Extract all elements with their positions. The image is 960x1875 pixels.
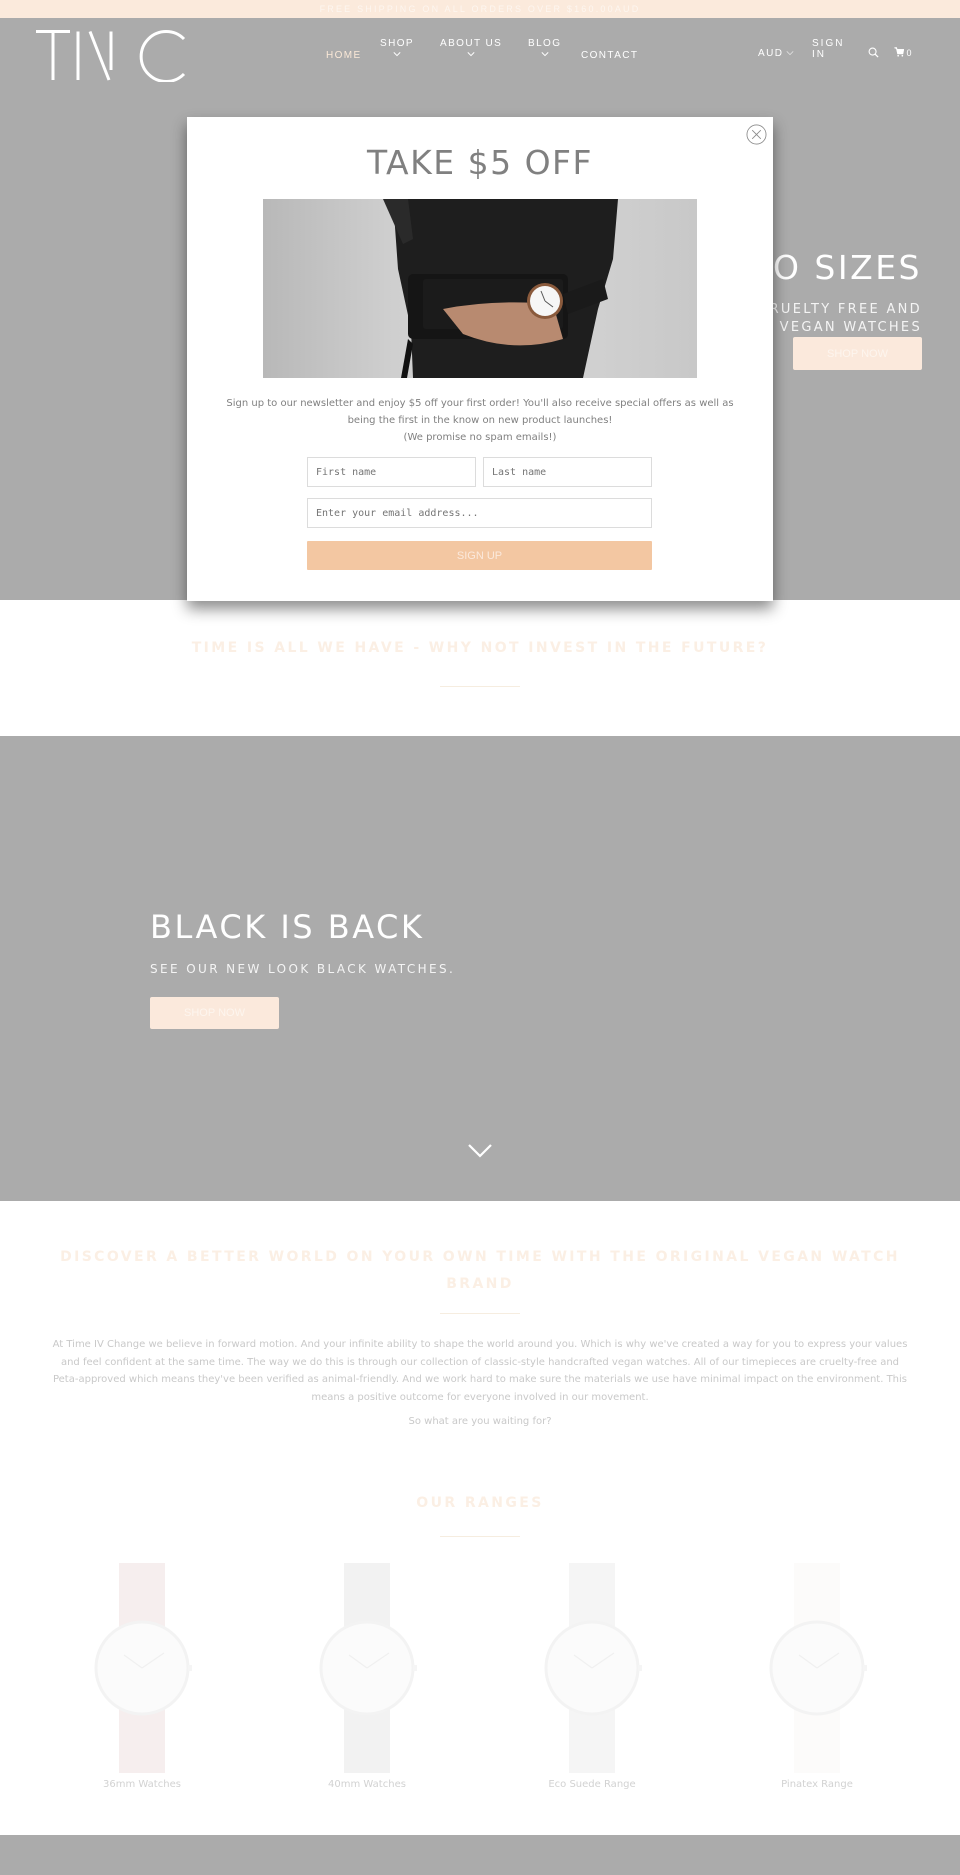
currency-label: AUD [758, 48, 784, 59]
range-card[interactable]: Pinatex Range [727, 1563, 907, 1790]
newsletter-modal: TAKE $5 OFF Sign up to our newsletter an… [187, 117, 773, 601]
hero-banner-black: BLACK IS BACK SEE OUR NEW LOOK BLACK WAT… [0, 736, 960, 1201]
range-label: Pinatex Range [781, 1779, 853, 1790]
nav-blog[interactable]: BLOG [528, 38, 561, 58]
watch-image [319, 1563, 417, 1773]
currency-selector[interactable]: AUD [758, 48, 794, 59]
nav-shop[interactable]: SHOP [380, 38, 414, 58]
range-card[interactable]: Eco Suede Range [502, 1563, 682, 1790]
about-body-text: At Time IV Change we believe in forward … [52, 1339, 908, 1403]
range-label: 40mm Watches [328, 1779, 406, 1790]
range-card[interactable]: 36mm Watches [52, 1563, 232, 1790]
sign-up-button[interactable]: SIGN UP [307, 541, 652, 570]
nav-home-label: HOME [326, 50, 362, 61]
modal-title: TAKE $5 OFF [366, 143, 594, 182]
man-with-watch-image [383, 199, 618, 378]
hero2-subtitle: SEE OUR NEW LOOK BLACK WATCHES. [150, 962, 456, 976]
sign-in-link[interactable]: SIGN IN [812, 38, 842, 60]
nav-shop-label: SHOP [380, 38, 414, 49]
range-label: Eco Suede Range [548, 1779, 636, 1790]
range-card[interactable]: 40mm Watches [277, 1563, 457, 1790]
nav-about-us[interactable]: ABOUT US [440, 38, 502, 58]
ranges-heading: OUR RANGES [416, 1495, 544, 1511]
modal-description-text: Sign up to our newsletter and enjoy $5 o… [226, 398, 734, 426]
chevron-down-icon [467, 52, 475, 57]
about-heading: DISCOVER A BETTER WORLD ON YOUR OWN TIME… [60, 1249, 900, 1292]
tivc-logo[interactable] [36, 30, 190, 82]
hero2-shop-now-button[interactable]: SHOP NOW [150, 997, 279, 1029]
cart-icon [894, 47, 905, 57]
site-header: HOME SHOP ABOUT US BLOG CONTACT AUD SIGN… [0, 0, 960, 82]
email-input[interactable] [307, 498, 652, 528]
chevron-down-icon [541, 52, 549, 57]
last-name-input[interactable] [483, 457, 652, 487]
modal-promo-image [263, 199, 697, 378]
range-label: 36mm Watches [103, 1779, 181, 1790]
section-divider [440, 1536, 520, 1537]
scroll-down-chevron-icon[interactable] [467, 1143, 493, 1159]
nav-blog-label: BLOG [528, 38, 562, 49]
nav-home[interactable]: HOME [326, 50, 362, 61]
hero2-title: BLACK IS BACK [150, 908, 425, 946]
hero-shop-now-button[interactable]: SHOP NOW [793, 337, 922, 370]
close-icon[interactable] [746, 124, 767, 145]
cart-button[interactable]: 0 [894, 47, 912, 58]
chevron-down-icon [786, 51, 794, 56]
modal-description: Sign up to our newsletter and enjoy $5 o… [217, 395, 743, 446]
footer-bar [0, 1835, 960, 1875]
cart-count: 0 [906, 48, 912, 58]
nav-contact[interactable]: CONTACT [581, 50, 638, 61]
nav-about-label: ABOUT US [440, 38, 503, 49]
watch-image [769, 1563, 867, 1773]
tagline-heading: TIME IS ALL WE HAVE - WHY NOT INVEST IN … [191, 640, 769, 656]
search-icon[interactable] [868, 47, 879, 58]
section-divider [440, 1313, 520, 1314]
nav-contact-label: CONTACT [581, 50, 639, 61]
chevron-down-icon [393, 52, 401, 57]
hero-title: VO SIZES [748, 248, 922, 287]
first-name-input[interactable] [307, 457, 476, 487]
watch-image [544, 1563, 642, 1773]
about-cta-text: So what are you waiting for? [408, 1416, 552, 1427]
modal-no-spam-text: (We promise no spam emails!) [403, 432, 557, 443]
watch-image [94, 1563, 192, 1773]
section-divider [440, 686, 520, 687]
